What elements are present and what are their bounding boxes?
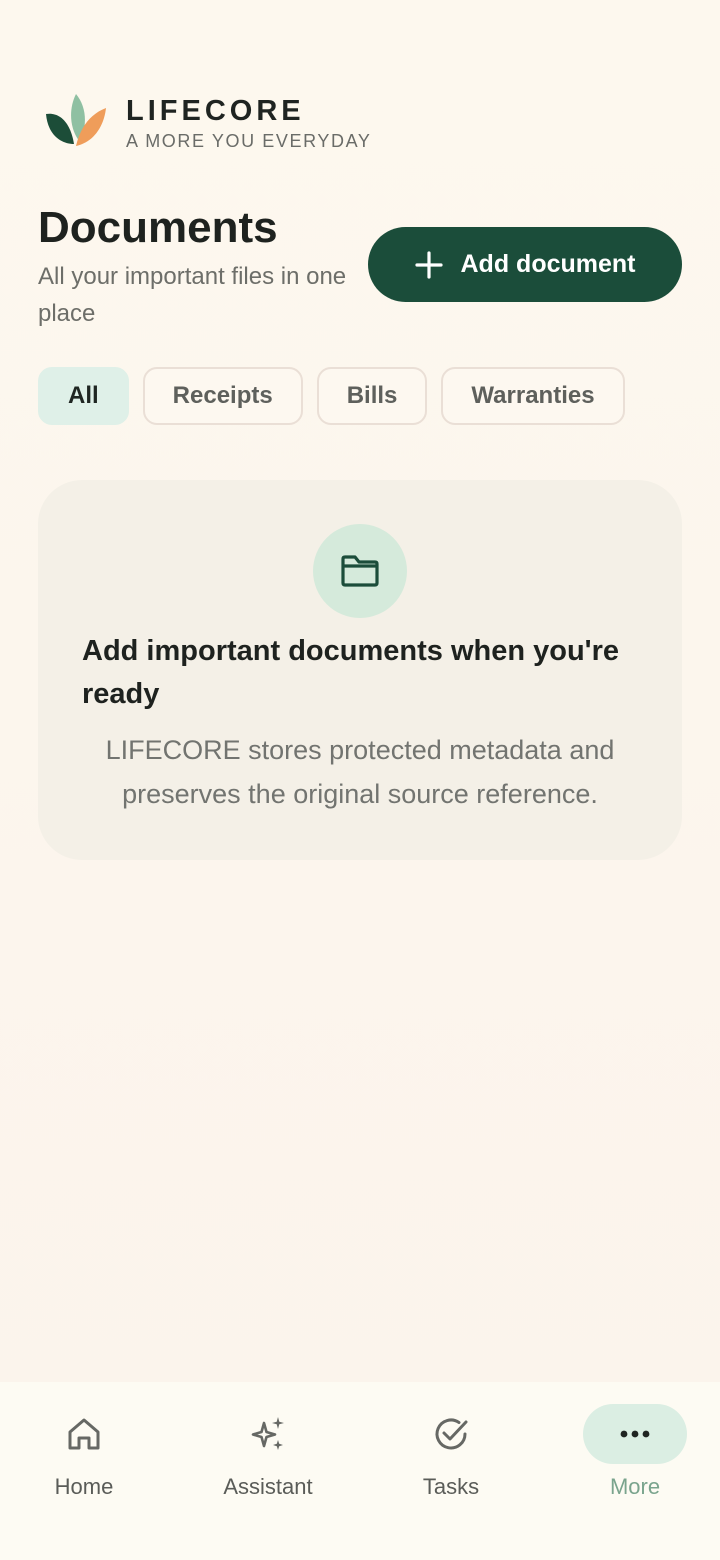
more-dots-icon — [620, 1430, 650, 1438]
empty-state-card: Add important documents when you're read… — [38, 480, 682, 860]
plus-icon — [414, 250, 443, 279]
brand-name: LIFECORE — [126, 95, 305, 127]
empty-state-title: Add important documents when you're read… — [82, 635, 619, 710]
nav-label-tasks: Tasks — [422, 1474, 480, 1499]
check-circle-icon — [435, 1418, 468, 1450]
home-icon — [68, 1418, 100, 1450]
sparkles-icon — [251, 1417, 284, 1450]
folder-icon-badge — [313, 524, 407, 618]
nav-label-home: Home — [54, 1474, 114, 1499]
add-document-label: Add document — [460, 250, 636, 278]
nav-item-assistant[interactable]: Assistant — [178, 1404, 358, 1514]
filter-chips: All Receipts Bills Warranties — [38, 367, 625, 425]
filter-chip-warranties[interactable]: Warranties — [441, 367, 625, 425]
folder-icon — [341, 555, 379, 587]
nav-item-home[interactable]: Home — [0, 1404, 174, 1514]
brand-tagline: A MORE YOU EVERYDAY — [126, 131, 372, 151]
page-subtitle: All your important files in one place — [38, 263, 347, 327]
nav-label-assistant: Assistant — [223, 1474, 313, 1499]
nav-label-more: More — [609, 1474, 661, 1499]
filter-chip-bills[interactable]: Bills — [316, 367, 428, 425]
bottom-nav: Home Assistant Tasks More — [0, 1382, 720, 1560]
nav-item-tasks[interactable]: Tasks — [361, 1404, 541, 1514]
brand: LIFECORE A MORE YOU EVERYDAY — [44, 92, 371, 154]
filter-chip-all[interactable]: All — [38, 367, 129, 425]
page-title: Documents — [38, 203, 278, 252]
add-document-button[interactable]: Add document — [368, 227, 682, 302]
lifecore-logo-icon — [46, 94, 106, 146]
filter-chip-receipts[interactable]: Receipts — [142, 367, 303, 425]
empty-state-text: LIFECORE stores protected metadata and p… — [105, 735, 615, 809]
nav-item-more[interactable]: More — [545, 1404, 720, 1514]
